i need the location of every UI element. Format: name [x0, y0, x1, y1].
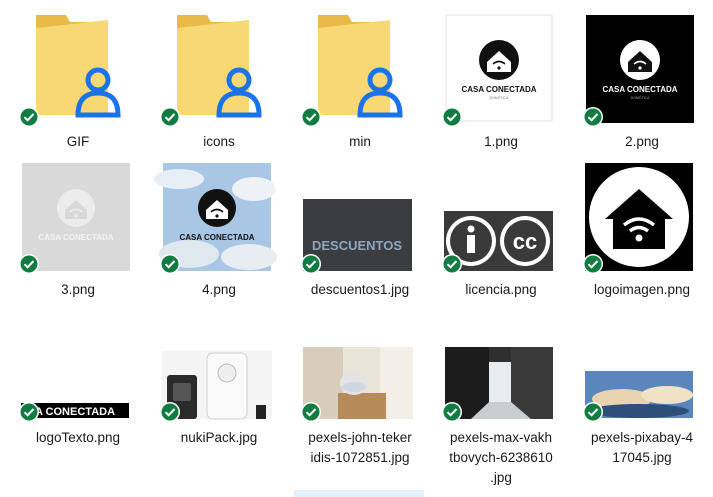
- synced-check-icon: [18, 106, 40, 128]
- next-item-highlight: [294, 490, 424, 497]
- file-name-line: .jpg: [490, 470, 512, 485]
- thumb-text: CASA CONECTADA: [179, 233, 254, 242]
- synced-check-icon: [441, 106, 463, 128]
- file-3-png[interactable]: CASA CONECTADA 3.png: [8, 159, 148, 309]
- thumb-subtext: DOMÓTICA: [490, 95, 510, 100]
- file-name: icons: [203, 134, 235, 149]
- folder-icons[interactable]: icons: [149, 10, 289, 160]
- synced-check-icon: [159, 106, 181, 128]
- file-licencia-png[interactable]: cc licencia.png: [431, 159, 571, 309]
- file-descuentos1-jpg[interactable]: DESCUENTOS descuentos1.jpg: [290, 159, 430, 309]
- file-name: min: [349, 134, 371, 149]
- file-name-line: idis-1072851.jpg: [310, 450, 410, 465]
- thumb-text: CASA CONECTADA: [38, 233, 113, 242]
- file-name: licencia.png: [465, 282, 537, 297]
- file-name: logoTexto.png: [35, 430, 121, 445]
- thumb-text: CASA CONECTADA: [461, 85, 536, 94]
- synced-check-icon: [441, 401, 463, 423]
- file-name-line: tbovych-6238610: [449, 450, 553, 465]
- file-name-line: pexels-john-teker: [308, 430, 412, 445]
- synced-check-icon: [18, 253, 40, 275]
- synced-check-icon: [300, 401, 322, 423]
- file-4-png[interactable]: CASA CONECTADA 4.png: [149, 159, 289, 309]
- file-pexels-pixabay[interactable]: pexels-pixabay-4 17045.jpg: [572, 307, 712, 465]
- thumb-text: cc: [513, 229, 537, 254]
- file-name-line: pexels-pixabay-4: [590, 430, 694, 445]
- file-pexels-max-vakhtbovych[interactable]: pexels-max-vakh tbovych-6238610 .jpg: [431, 307, 571, 485]
- thumb-subtext: DOMÓTICA: [631, 95, 651, 100]
- synced-check-icon: [582, 401, 604, 423]
- file-name: 2.png: [625, 134, 659, 149]
- synced-check-icon: [159, 401, 181, 423]
- file-name: descuentos1.jpg: [310, 282, 410, 297]
- file-2-png[interactable]: CASA CONECTADA DOMÓTICA 2.png: [572, 10, 712, 160]
- synced-check-icon: [582, 106, 604, 128]
- synced-check-icon: [18, 401, 40, 423]
- synced-check-icon: [300, 253, 322, 275]
- synced-check-icon: [582, 253, 604, 275]
- file-1-png[interactable]: CASA CONECTADA DOMÓTICA 1.png: [431, 10, 571, 160]
- file-nukipack-jpg[interactable]: nukiPack.jpg: [149, 307, 289, 457]
- file-name-line: 17045.jpg: [612, 450, 672, 465]
- file-name-line: pexels-max-vakh: [449, 430, 553, 445]
- file-name: 1.png: [484, 134, 518, 149]
- synced-check-icon: [441, 253, 463, 275]
- thumb-text: DESCUENTOS: [312, 238, 402, 253]
- file-name: nukiPack.jpg: [180, 430, 258, 445]
- synced-check-icon: [300, 106, 322, 128]
- file-name: logoimagen.png: [593, 282, 691, 297]
- synced-check-icon: [159, 253, 181, 275]
- file-logoimagen-png[interactable]: logoimagen.png: [572, 159, 712, 309]
- file-logotexto-png[interactable]: A CONECTADA logoTexto.png: [8, 307, 148, 457]
- thumb-text: CASA CONECTADA: [602, 85, 677, 94]
- folder-gif[interactable]: GIF: [8, 10, 148, 160]
- folder-min[interactable]: min: [290, 10, 430, 160]
- file-name: 3.png: [61, 282, 95, 297]
- file-name: 4.png: [202, 282, 236, 297]
- file-pexels-john-tekeridis[interactable]: pexels-john-teker idis-1072851.jpg: [290, 307, 430, 465]
- thumb-text: A CONECTADA: [35, 406, 115, 418]
- file-name: GIF: [66, 134, 90, 149]
